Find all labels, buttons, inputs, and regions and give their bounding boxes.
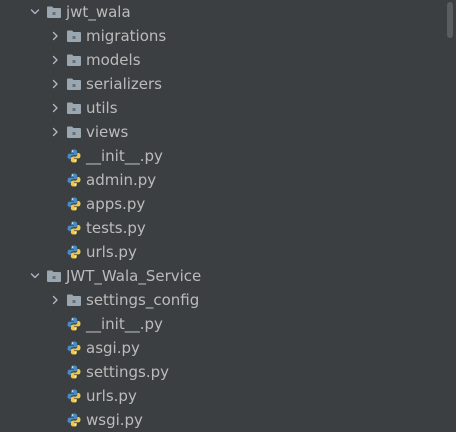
project-tree: jwt_wala migrations models serializers utils… [0, 0, 440, 432]
tree-item-label: apps.py [86, 195, 146, 213]
tree-folder-models[interactable]: models [48, 48, 141, 72]
tree-item-label: asgi.py [86, 339, 140, 357]
python-file-icon [66, 148, 82, 164]
tree-file-urls-py[interactable]: urls.py [48, 384, 137, 408]
tree-item-label: admin.py [86, 171, 157, 189]
python-file-icon [66, 388, 82, 404]
chevron-right-icon[interactable] [48, 48, 62, 72]
tree-file-settings-py[interactable]: settings.py [48, 360, 169, 384]
package-folder-icon [46, 4, 62, 20]
tree-item-label: urls.py [86, 243, 137, 261]
python-file-icon [66, 316, 82, 332]
tree-folder-migrations[interactable]: migrations [48, 24, 166, 48]
chevron-right-icon[interactable] [48, 120, 62, 144]
tree-item-label: jwt_wala [66, 3, 131, 21]
chevron-down-icon[interactable] [28, 264, 42, 288]
tree-item-label: tests.py [86, 219, 146, 237]
python-file-icon [66, 172, 82, 188]
python-file-icon [66, 412, 82, 428]
tree-file-asgi-py[interactable]: asgi.py [48, 336, 140, 360]
python-file-icon [66, 340, 82, 356]
tree-folder-jwt-wala-service[interactable]: JWT_Wala_Service [28, 264, 201, 288]
package-folder-icon [66, 292, 82, 308]
tree-folder-serializers[interactable]: serializers [48, 72, 162, 96]
tree-item-label: models [86, 51, 141, 69]
python-file-icon [66, 196, 82, 212]
chevron-right-icon[interactable] [48, 288, 62, 312]
package-folder-icon [66, 28, 82, 44]
tree-item-label: __init__.py [86, 315, 163, 333]
tree-file-apps-py[interactable]: apps.py [48, 192, 145, 216]
tree-item-label: migrations [86, 27, 167, 45]
tree-item-label: wsgi.py [86, 411, 143, 429]
scrollbar-thumb[interactable] [447, 2, 453, 38]
chevron-right-icon[interactable] [48, 96, 62, 120]
tree-item-label: settings.py [86, 363, 169, 381]
tree-folder-utils[interactable]: utils [48, 96, 118, 120]
tree-item-label: __init__.py [86, 147, 163, 165]
tree-file-init-py[interactable]: __init__.py [48, 144, 163, 168]
package-folder-icon [66, 76, 82, 92]
package-folder-icon [66, 100, 82, 116]
package-folder-icon [66, 124, 82, 140]
package-folder-icon [66, 52, 82, 68]
tree-item-label: views [86, 123, 129, 141]
tree-folder-views[interactable]: views [48, 120, 128, 144]
tree-file-tests-py[interactable]: tests.py [48, 216, 146, 240]
tree-file-urls-py[interactable]: urls.py [48, 240, 137, 264]
tree-folder-jwt-wala[interactable]: jwt_wala [28, 0, 131, 24]
chevron-right-icon[interactable] [48, 72, 62, 96]
tree-folder-settings-config[interactable]: settings_config [48, 288, 199, 312]
package-folder-icon [46, 268, 62, 284]
python-file-icon [66, 364, 82, 380]
tree-item-label: serializers [86, 75, 162, 93]
chevron-down-icon[interactable] [28, 0, 42, 24]
tree-item-label: utils [86, 99, 118, 117]
python-file-icon [66, 220, 82, 236]
tree-file-wsgi-py[interactable]: wsgi.py [48, 408, 143, 432]
python-file-icon [66, 244, 82, 260]
tree-file-admin-py[interactable]: admin.py [48, 168, 156, 192]
tree-item-label: urls.py [86, 387, 137, 405]
tree-item-label: JWT_Wala_Service [66, 267, 202, 285]
vertical-scrollbar[interactable] [442, 0, 456, 432]
tree-file-init-py[interactable]: __init__.py [48, 312, 163, 336]
tree-item-label: settings_config [86, 291, 200, 309]
chevron-right-icon[interactable] [48, 24, 62, 48]
